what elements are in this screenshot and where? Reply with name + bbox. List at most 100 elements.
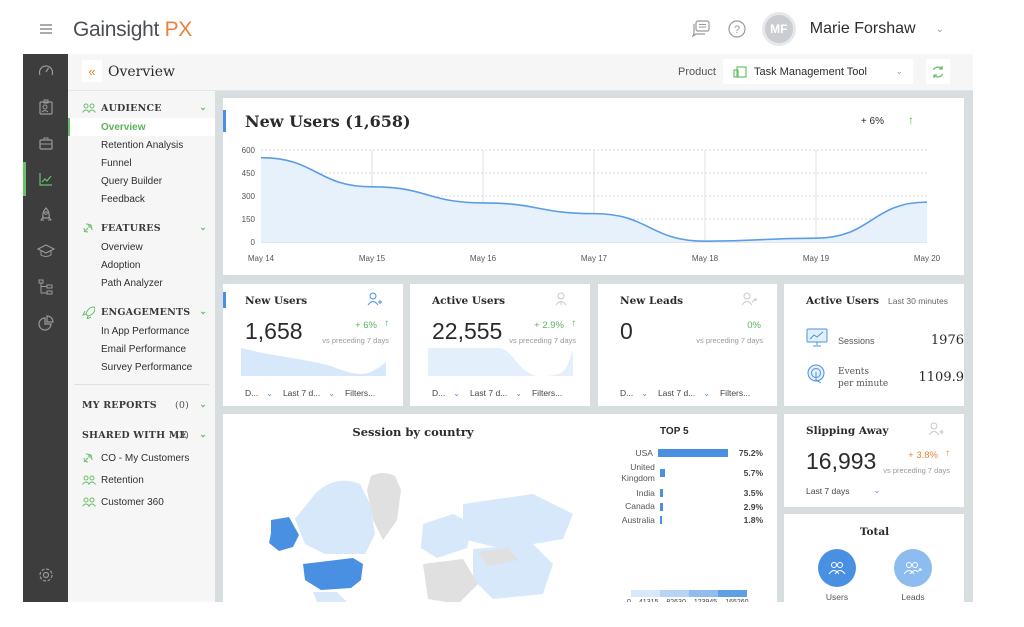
nav-item-survey-performance[interactable]: Survey Performance: [68, 358, 215, 376]
nav-item-funnel[interactable]: Funnel: [68, 154, 215, 172]
top5-pct: 5.7%: [743, 468, 763, 478]
shared-item-retention[interactable]: Retention: [68, 469, 215, 491]
period-filter[interactable]: Last 7 d... ⌄: [470, 388, 522, 398]
leads-icon: [903, 562, 922, 575]
nav-section-my-reports[interactable]: MY REPORTS (0) ⌄: [68, 393, 215, 417]
realtime-period: Last 30 minutes: [887, 296, 948, 306]
logo[interactable]: Gainsight PX: [73, 18, 192, 42]
gauge-icon[interactable]: [23, 58, 68, 84]
slipping-change: + 3.8%: [908, 450, 938, 461]
x-tick-label: May 17: [581, 254, 608, 263]
period-filter[interactable]: Last 7 d... ⌄: [658, 388, 710, 398]
avatar[interactable]: MF: [761, 12, 796, 46]
chevron-down-icon: ⌄: [453, 388, 460, 398]
rocket-icon: [82, 305, 96, 319]
top5-row: United Kingdom 5.7%: [603, 461, 763, 486]
user-name[interactable]: Marie Forshaw: [810, 20, 916, 38]
top-bar: Gainsight PX ? MF Marie Forshaw ⌄: [0, 0, 1024, 54]
nav-item-retention-analysis[interactable]: Retention Analysis: [68, 136, 215, 154]
nav-item-adoption[interactable]: Adoption: [68, 256, 215, 274]
top5-pct: 75.2%: [738, 448, 763, 458]
hamburger-icon[interactable]: [40, 24, 52, 34]
top5-bar-track: [659, 516, 740, 524]
nav-item-in-app-performance[interactable]: In App Performance: [68, 322, 215, 340]
filters-link[interactable]: Filters...: [720, 388, 750, 398]
total-leads-button[interactable]: [894, 549, 932, 587]
nav-item-audience-overview[interactable]: Overview: [68, 118, 215, 136]
hierarchy-icon[interactable]: [23, 274, 68, 300]
nav-section-shared-with-me[interactable]: SHARED WITH ME (3) ⌄: [68, 423, 215, 447]
nav-item-path-analyzer[interactable]: Path Analyzer: [68, 274, 215, 292]
new-users-area-chart: 0 150 300 450 600 May 14 May 15 May 16 May 17 May…: [242, 146, 941, 263]
dimension-filter[interactable]: D... ⌄: [245, 388, 273, 398]
briefcase-icon[interactable]: [23, 130, 68, 156]
top5-bar-track: [659, 469, 740, 477]
scale-step: [660, 590, 689, 597]
filters-link[interactable]: Filters...: [345, 388, 375, 398]
monitor-chart-icon: [806, 328, 828, 353]
nav-section-features[interactable]: FEATURES ⌄: [68, 218, 215, 238]
map-region-usa: [303, 558, 363, 590]
x-tick-label: May 16: [470, 254, 497, 263]
dimension-filter[interactable]: D... ⌄: [620, 388, 648, 398]
dimension-filter[interactable]: D... ⌄: [432, 388, 460, 398]
kpi-card-new-users: New Users 1,658 + 6% ↑ vs preceding 7 da…: [223, 284, 403, 406]
filters-link[interactable]: Filters...: [532, 388, 562, 398]
nav-item-feedback[interactable]: Feedback: [68, 190, 215, 208]
analytics-chart-icon[interactable]: [23, 162, 68, 196]
kpi-title: Active Users: [432, 295, 506, 307]
graduation-cap-icon[interactable]: [23, 238, 68, 264]
chevron-down-icon: ⌄: [703, 388, 710, 398]
nav-item-email-performance[interactable]: Email Performance: [68, 340, 215, 358]
map-scale-ticks: 0 41315 82630 123945 165260: [627, 599, 749, 602]
events-label-line1: Events: [838, 366, 870, 377]
map-color-scale: [631, 590, 747, 597]
period-filter[interactable]: Last 7 d... ⌄: [283, 388, 335, 398]
kpi-comparison: vs preceding 7 days: [509, 336, 576, 345]
y-tick-label: 0: [251, 238, 256, 247]
shared-item-co-my-customers[interactable]: CO - My Customers: [68, 447, 215, 469]
pie-chart-icon[interactable]: [23, 310, 68, 336]
shared-item-customer-360[interactable]: Customer 360: [68, 491, 215, 513]
product-select[interactable]: Task Management Tool ⌄: [723, 59, 913, 84]
lead-icon[interactable]: [741, 292, 757, 311]
help-icon[interactable]: ?: [726, 18, 748, 40]
nav-section-engagements[interactable]: ENGAGEMENTS ⌄: [68, 302, 215, 322]
chevron-down-icon[interactable]: ⌄: [936, 24, 944, 35]
top5-country: Canada: [625, 501, 655, 511]
page-title: Overview: [108, 64, 176, 80]
chevron-down-icon: ⌄: [895, 66, 903, 76]
id-card-icon[interactable]: [23, 94, 68, 120]
nav-item-query-builder[interactable]: Query Builder: [68, 172, 215, 190]
add-user-icon[interactable]: [367, 292, 383, 311]
events-value: 1109.9: [918, 370, 965, 385]
users-icon: [82, 103, 96, 113]
top5-country: United Kingdom: [621, 462, 655, 483]
events-row: Events per minute 1109.9: [806, 364, 964, 391]
total-users-button[interactable]: [818, 549, 856, 587]
top5-row: India 3.5%: [603, 487, 763, 499]
user-icon[interactable]: [554, 292, 570, 311]
new-users-chart-card: New Users (1,658) + 6% ↑ 0 150 300 450 600 Ma…: [223, 98, 964, 275]
top5-title: TOP 5: [660, 426, 689, 437]
kpi-comparison: vs preceding 7 days: [696, 336, 763, 345]
refresh-button[interactable]: [926, 59, 950, 84]
map-region-africa: [423, 559, 478, 602]
top5-bar: [657, 449, 728, 457]
filter-label: Last 7 d...: [657, 388, 696, 398]
nav-item-features-overview[interactable]: Overview: [68, 238, 215, 256]
settings-gear-icon[interactable]: [23, 562, 68, 588]
features-icon: [82, 222, 96, 234]
slipping-period-select[interactable]: Last 7 days ⌄: [806, 486, 880, 496]
scale-step: [689, 590, 718, 597]
sessions-label: Sessions: [838, 335, 875, 346]
rocket-icon[interactable]: [23, 202, 68, 228]
top5-row: Canada 2.9%: [603, 501, 763, 513]
nav-section-audience[interactable]: AUDIENCE ⌄: [68, 98, 215, 118]
user-leaving-icon[interactable]: [928, 422, 944, 441]
collapse-sidebar-button[interactable]: «: [82, 60, 102, 82]
chat-icon[interactable]: [690, 18, 712, 40]
top5-pct: 2.9%: [743, 501, 763, 512]
top5-pct: 3.5%: [743, 488, 763, 498]
kpi-change: + 2.9%: [534, 320, 564, 331]
